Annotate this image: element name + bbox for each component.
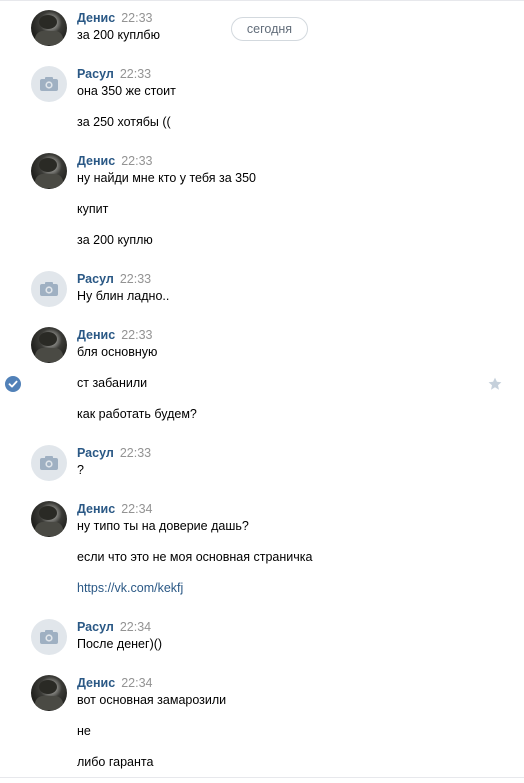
- message-text: купит: [77, 202, 109, 216]
- bottom-divider: [0, 777, 524, 778]
- author-name[interactable]: Расул: [77, 446, 114, 460]
- avatar[interactable]: [31, 271, 67, 307]
- avatar[interactable]: [31, 66, 67, 102]
- message-time[interactable]: 22:33: [120, 67, 151, 81]
- camera-icon: [40, 77, 58, 91]
- message-text: ну типо ты на доверие дашь?: [77, 519, 249, 533]
- author-name[interactable]: Расул: [77, 620, 114, 634]
- message-header: Расул 22:33: [77, 66, 151, 82]
- avatar[interactable]: [31, 619, 67, 655]
- camera-icon: [40, 630, 58, 644]
- message-time[interactable]: 22:33: [121, 11, 152, 25]
- message-header: Денис 22:34: [77, 675, 152, 691]
- message-text: ?: [77, 463, 84, 477]
- author-name[interactable]: Расул: [77, 67, 114, 81]
- message-text: она 350 же стоит: [77, 84, 176, 98]
- author-name[interactable]: Денис: [77, 154, 115, 168]
- message-text: Ну блин ладно..: [77, 289, 170, 303]
- message-text: не: [77, 724, 91, 738]
- message-text: либо гаранта: [77, 755, 154, 769]
- author-name[interactable]: Денис: [77, 11, 115, 25]
- message-text: бля основную: [77, 345, 158, 359]
- message-link[interactable]: https://vk.com/kekfj: [77, 580, 183, 596]
- avatar[interactable]: [31, 153, 67, 189]
- message-text: за 200 куплю: [77, 233, 153, 247]
- avatar[interactable]: [31, 445, 67, 481]
- message-header: Расул 22:33: [77, 445, 151, 461]
- message-text: После денег)(): [77, 637, 163, 651]
- top-divider: [0, 0, 524, 1]
- message-time[interactable]: 22:33: [120, 272, 151, 286]
- message-text: за 200 куплбю: [77, 28, 160, 42]
- message-header: Денис 22:33: [77, 153, 152, 169]
- message-time[interactable]: 22:33: [121, 154, 152, 168]
- message-text: за 250 хотябы ((: [77, 115, 171, 129]
- avatar[interactable]: [31, 10, 67, 46]
- message-header: Денис 22:33: [77, 10, 152, 26]
- message-time[interactable]: 22:34: [120, 620, 151, 634]
- author-name[interactable]: Денис: [77, 328, 115, 342]
- message-header: Расул 22:33: [77, 271, 151, 287]
- author-name[interactable]: Расул: [77, 272, 114, 286]
- camera-icon: [40, 456, 58, 470]
- message-text: ст забанили: [77, 376, 148, 390]
- avatar[interactable]: [31, 327, 67, 363]
- camera-icon: [40, 282, 58, 296]
- message-time[interactable]: 22:34: [121, 502, 152, 516]
- message-header: Денис 22:33: [77, 327, 152, 343]
- author-name[interactable]: Денис: [77, 502, 115, 516]
- check-circle-icon[interactable]: [5, 376, 21, 392]
- avatar[interactable]: [31, 675, 67, 711]
- message-time[interactable]: 22:34: [121, 676, 152, 690]
- author-name[interactable]: Денис: [77, 676, 115, 690]
- message-text: как работать будем?: [77, 407, 197, 421]
- star-icon[interactable]: [488, 377, 502, 391]
- message-time[interactable]: 22:33: [121, 328, 152, 342]
- message-text: если что это не моя основная страничка: [77, 550, 313, 564]
- message-header: Денис 22:34: [77, 501, 152, 517]
- message-header: Расул 22:34: [77, 619, 151, 635]
- message-text: вот основная замарозили: [77, 693, 227, 707]
- avatar[interactable]: [31, 501, 67, 537]
- message-text: ну найди мне кто у тебя за 350: [77, 171, 257, 185]
- message-time[interactable]: 22:33: [120, 446, 151, 460]
- date-separator: сегодня: [231, 17, 308, 41]
